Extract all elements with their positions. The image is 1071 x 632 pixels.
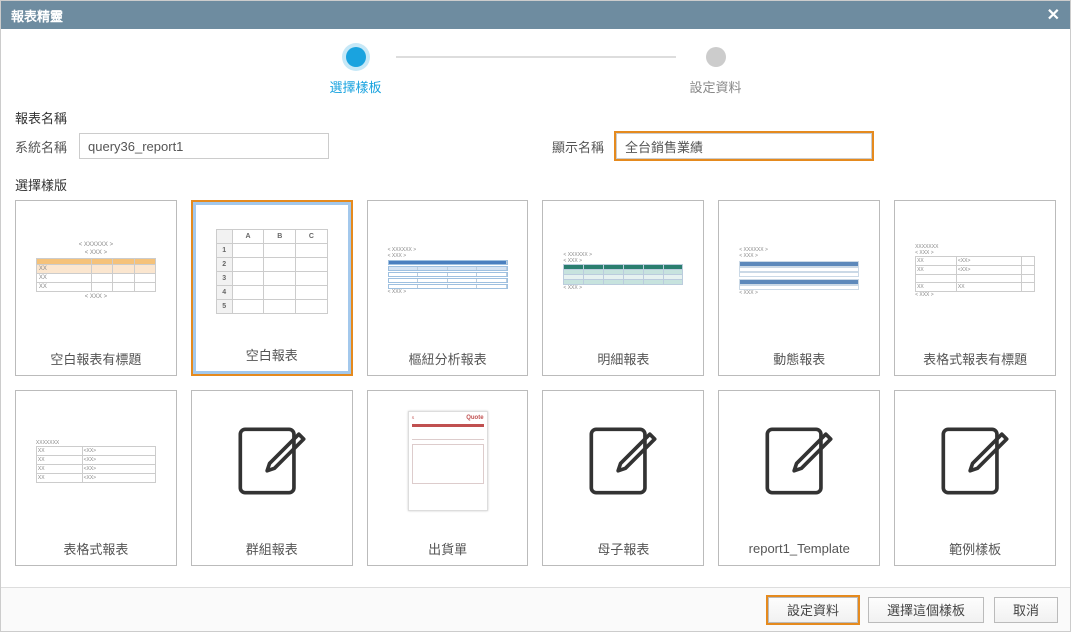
footer: 設定資料 選擇這個樣板 取消 [1,587,1070,631]
choose-this-template-button-label: 選擇這個樣板 [887,600,965,619]
template-caption: 母子報表 [543,531,703,565]
pencil-icon [233,422,311,500]
template-blank[interactable]: ABC 1 2 3 4 5 空白報表 [191,200,353,376]
choose-this-template-button[interactable]: 選擇這個樣板 [868,597,984,623]
set-data-button-label: 設定資料 [787,600,839,619]
template-pivot[interactable]: < XXXXXX > < XXX > < XXX > 樞紐分析報表 [367,200,529,376]
step-dot-icon [346,47,366,67]
template-caption: 空白報表 [196,337,348,371]
template-caption: report1_Template [719,531,879,565]
template-caption: 樞紐分析報表 [368,341,528,375]
step-choose-template[interactable]: 選擇樣板 [276,47,436,96]
display-name-input[interactable] [616,133,872,159]
template-blank-with-title[interactable]: < XXXXXX > < XXX > XX XX XX < XXX > 空白報表… [15,200,177,376]
form-row-names: 系統名稱 顯示名稱 [9,131,1062,169]
cancel-button-label: 取消 [1013,600,1039,619]
template-caption: 範例樣板 [895,531,1055,565]
pencil-icon [584,422,662,500]
system-name-input[interactable] [79,133,329,159]
report-wizard-modal: 報表精靈 ✕ 選擇樣板 設定資料 報表名稱 系統名稱 顯示名稱 [0,0,1071,632]
close-icon[interactable]: ✕ [1047,5,1060,25]
field-system-name: 系統名稱 [15,133,329,159]
template-caption: 表格式報表有標題 [895,341,1055,375]
template-caption: 出貨單 [368,531,528,565]
choose-template-section-label: 選擇樣版 [15,175,1062,194]
step-label: 設定資料 [689,77,741,96]
system-name-label: 系統名稱 [15,137,67,156]
titlebar: 報表精靈 ✕ [1,1,1070,29]
report-name-section-label: 報表名稱 [15,108,1062,127]
template-example[interactable]: 範例樣板 [894,390,1056,566]
template-report1-template[interactable]: report1_Template [718,390,880,566]
template-parent-child[interactable]: 母子報表 [542,390,704,566]
template-tabular-with-title[interactable]: XXXXXXX < XXX > XX<XX> XX<XX> XXXX < XXX… [894,200,1056,376]
template-caption: 表格式報表 [16,531,176,565]
step-label: 選擇樣板 [329,77,381,96]
step-set-data[interactable]: 設定資料 [636,47,796,96]
pencil-icon [936,422,1014,500]
pencil-icon [760,422,838,500]
template-caption: 群組報表 [192,531,352,565]
set-data-button[interactable]: 設定資料 [768,597,858,623]
template-detail[interactable]: < XXXXXX > < XXX > < XXX > 明細報表 [542,200,704,376]
template-shipping-order[interactable]: SQuote 出貨單 [367,390,529,566]
template-group[interactable]: 群組報表 [191,390,353,566]
field-display-name: 顯示名稱 [552,133,872,159]
template-tabular[interactable]: XXXXXXX XX<XX> XX<XX> XX<XX> XX<XX> 表格式報… [15,390,177,566]
template-caption: 明細報表 [543,341,703,375]
cancel-button[interactable]: 取消 [994,597,1058,623]
modal-title: 報表精靈 [11,6,63,25]
template-dynamic[interactable]: < XXXXXX > < XXX > < XXX > 動態報表 [718,200,880,376]
template-caption: 空白報表有標題 [16,341,176,375]
step-dot-icon [706,47,726,67]
display-name-label: 顯示名稱 [552,137,604,156]
stepper: 選擇樣板 設定資料 [9,29,1062,102]
template-caption: 動態報表 [719,341,879,375]
template-grid: < XXXXXX > < XXX > XX XX XX < XXX > 空白報表… [9,198,1062,568]
